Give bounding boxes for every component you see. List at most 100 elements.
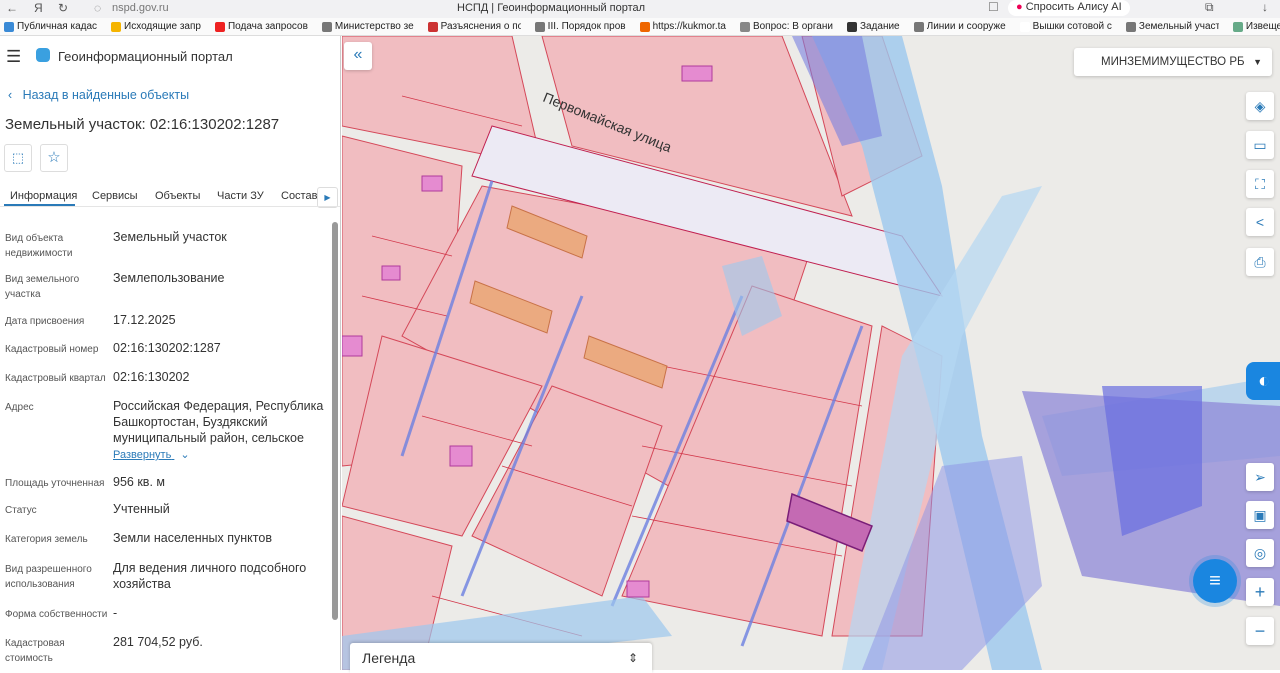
legend-panel[interactable]: Легенда ⇕	[350, 643, 652, 673]
field-value: Земли населенных пунктов	[113, 531, 272, 545]
tab-objects[interactable]: Объекты	[155, 190, 200, 202]
bookmark-item[interactable]: III. Порядок пров	[534, 21, 626, 32]
favicon-icon	[1125, 21, 1136, 32]
expand-address-link[interactable]: Развернуть ⌄	[113, 448, 190, 461]
share-icon[interactable]: <	[1246, 208, 1274, 236]
page-title: НСПД | Геоинформационный портал	[457, 2, 646, 14]
zoom-in-button[interactable]: +	[1246, 578, 1274, 606]
favicon-icon	[4, 21, 14, 32]
field-label: Категория земель	[5, 534, 88, 545]
sidebar: ☰ Геоинформационный портал ‹ Назад в най…	[0, 36, 341, 670]
bookmark-label: Линии и сооруже	[926, 21, 1006, 32]
bookmark-label: Разъяснения о по	[440, 21, 521, 32]
menu-icon[interactable]: ☰	[6, 47, 21, 67]
reload-icon[interactable]: ↻	[58, 1, 68, 15]
locate-icon[interactable]: ◎	[1246, 539, 1274, 567]
bookmark-item[interactable]: Подача запросов	[214, 21, 308, 32]
building	[342, 335, 363, 357]
bookmark-item[interactable]: Земельный участ	[1125, 21, 1219, 32]
bookmark-label: Вышки сотовой с	[1032, 21, 1112, 32]
tab-information[interactable]: Информация	[10, 190, 77, 202]
bookmark-label: Задание	[859, 21, 900, 32]
field-value: Российская Федерация, Республика Башкорт…	[113, 399, 324, 445]
back-link[interactable]: ‹ Назад в найденные объекты	[8, 88, 189, 102]
field-label: Дата присвоения	[5, 316, 85, 327]
zoom-out-button[interactable]: −	[1246, 617, 1274, 645]
back-icon[interactable]: ←	[6, 1, 18, 15]
field-label: Вид разрешенного использования	[5, 564, 92, 590]
field-label: Площадь уточненная	[5, 478, 105, 489]
alice-icon: ●	[1016, 1, 1023, 13]
alice-button[interactable]: ● Спросить Алису AI	[1008, 0, 1130, 16]
tab-services[interactable]: Сервисы	[92, 190, 138, 202]
favicon-icon	[639, 21, 650, 32]
bookmark-item[interactable]: Извещение №3 о	[1232, 21, 1280, 32]
favicon-icon	[739, 21, 750, 32]
favorite-star-button[interactable]: ☆	[40, 144, 68, 172]
building	[626, 580, 650, 598]
building	[381, 265, 401, 281]
bookmark-item[interactable]: Разъяснения о по	[427, 21, 521, 32]
tab-parts[interactable]: Части ЗУ	[217, 190, 264, 202]
print-icon[interactable]: ⎙	[1246, 248, 1274, 276]
field-value: -	[113, 606, 118, 620]
field-label: Вид земельного участка	[5, 274, 80, 300]
bookmark-item[interactable]: Исходящие запр	[111, 21, 201, 32]
locate-on-map-button[interactable]: ⬚	[4, 144, 32, 172]
portal-name: Геоинформационный портал	[58, 49, 233, 64]
bookmarks-bar: Публичная кадас Исходящие запр Подача запр…	[0, 18, 1280, 36]
bookmark-label: Исходящие запр	[124, 21, 201, 32]
favicon-icon	[913, 21, 924, 32]
collapse-sidebar-button[interactable]: «	[344, 42, 372, 70]
field-label: Кадастровый квартал	[5, 373, 106, 384]
bookmark-item[interactable]: Задание	[846, 21, 900, 32]
tabs-scroll-right-button[interactable]: ▶	[317, 187, 338, 208]
bookmark-item[interactable]: https://kukmor.ta	[639, 21, 726, 32]
divider	[0, 206, 340, 207]
minimap-icon[interactable]: ▣	[1246, 501, 1274, 529]
bookmark-item[interactable]: Министерство зе	[321, 21, 414, 32]
bookmark-label: https://kukmor.ta	[652, 21, 726, 32]
favicon-icon	[1232, 21, 1243, 32]
bookmark-label: Подача запросов	[227, 21, 308, 32]
tab-composition[interactable]: Состав	[281, 190, 317, 202]
field-label: Вид объекта недвижимости	[5, 233, 73, 259]
field-value: Земельный участок	[113, 230, 227, 244]
cadastral-map: Первомайская улица	[342, 36, 1280, 670]
org-select[interactable]: МИНЗЕМИМУЩЕСТВО РБ ▼	[1074, 48, 1272, 76]
favicon-icon	[214, 21, 225, 32]
bookmark-item[interactable]: Публичная кадас	[4, 21, 97, 32]
extensions-icon[interactable]: ⧉	[1205, 0, 1214, 15]
downloads-icon[interactable]: ↓	[1262, 0, 1268, 14]
bookmark-label: III. Порядок пров	[547, 21, 626, 32]
yandex-icon[interactable]: Я	[34, 1, 43, 15]
field-value: 02:16:130202	[113, 370, 190, 384]
field-value: 02:16:130202:1287	[113, 341, 221, 355]
object-title: Земельный участок: 02:16:130202:1287	[5, 116, 280, 133]
field-value: Землепользование	[113, 271, 225, 285]
building	[449, 445, 473, 467]
favicon-icon	[846, 21, 857, 32]
chevron-left-icon: ‹	[8, 88, 13, 102]
bookmark-icon[interactable]: ☐	[988, 0, 999, 14]
chat-button[interactable]: ≡	[1193, 559, 1237, 603]
url-field[interactable]: nspd.gov.ru	[112, 2, 169, 14]
bookmark-item[interactable]: Линии и сооруже	[913, 21, 1006, 32]
ruler-icon[interactable]: ▭	[1246, 131, 1274, 159]
field-value: Для ведения личного подсобного хозяйства	[113, 561, 307, 591]
map-canvas[interactable]: Первомайская улица	[342, 36, 1280, 670]
field-value: 17.12.2025	[113, 313, 176, 327]
building	[681, 65, 713, 82]
bookmark-item[interactable]: Вопрос: В органи	[739, 21, 833, 32]
bookmark-label: Земельный участ	[1138, 21, 1219, 32]
layers-icon[interactable]: ◈	[1246, 92, 1274, 120]
field-label: Форма собственности	[5, 609, 108, 620]
sidebar-scrollbar[interactable]	[332, 222, 338, 620]
field-label: Статус	[5, 505, 37, 516]
bookmark-item[interactable]: Вышки сотовой с	[1019, 21, 1112, 32]
assistant-icon[interactable]: ◐	[1246, 362, 1280, 400]
expand-collapse-icon: ⇕	[627, 651, 638, 665]
navigate-icon[interactable]: ➢	[1246, 463, 1274, 491]
legend-label: Легенда	[362, 650, 416, 666]
area-search-icon[interactable]: ⛶	[1246, 170, 1274, 198]
